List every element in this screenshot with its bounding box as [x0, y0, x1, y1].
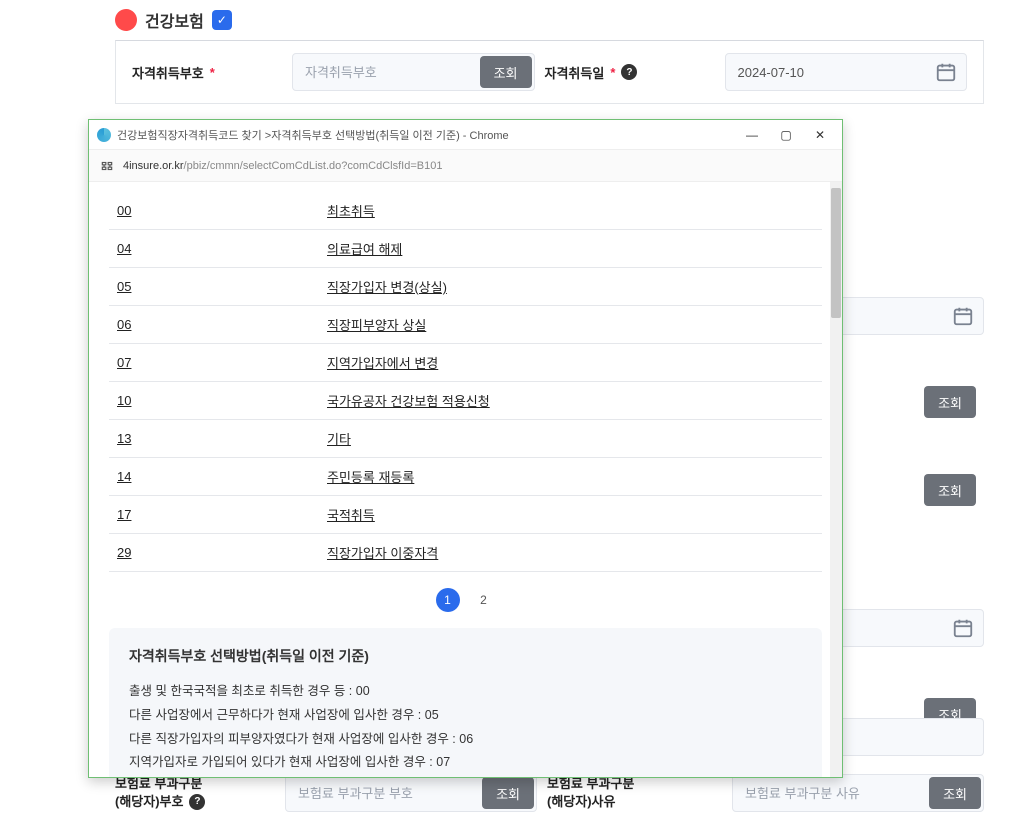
code-name-link[interactable]: 지역가입자에서 변경 [327, 356, 438, 371]
scrollbar-track[interactable] [830, 182, 842, 777]
lookup-button-premium-code[interactable]: 조회 [482, 777, 534, 809]
required-asterisk: * [210, 65, 215, 80]
label-premium-code: 보험료 부과구분 (해당자)부호 ? [115, 775, 275, 811]
code-name-link[interactable]: 직장피부양자 상실 [327, 318, 426, 333]
code-name-link[interactable]: 직장가입자 이중자격 [327, 546, 438, 561]
table-row: 29 직장가입자 이중자격 [109, 534, 822, 572]
popup-titlebar[interactable]: 건강보험직장자격취득코드 찾기 >자격취득부호 선택방법(취득일 이전 기준) … [89, 120, 842, 150]
table-row: 17 국적취득 [109, 496, 822, 534]
code-name-link[interactable]: 기타 [327, 432, 351, 447]
field-label-acquisition-date: 자격취득일* ? [545, 63, 715, 82]
section-icon [115, 9, 137, 31]
minimize-icon[interactable]: — [738, 124, 766, 146]
help-line: 지역가입자로 가입되어 있다가 현재 사업장에 입사한 경우 : 07 [129, 751, 802, 775]
code-link[interactable]: 10 [117, 393, 131, 408]
help-line: 자격취득부호에 대한 자세한 사항은 국민건강보험공단으로 문의 : 1577-… [129, 775, 802, 777]
url-path: /pbiz/cmmn/selectComCdList.do?comCdClsfI… [184, 160, 443, 172]
section-check-icon: ✓ [212, 10, 232, 30]
maximize-icon[interactable]: ▢ [772, 124, 800, 146]
help-icon[interactable]: ? [189, 794, 205, 810]
table-row: 06 직장피부양자 상실 [109, 306, 822, 344]
bg-lookup-button-1[interactable]: 조회 [924, 386, 976, 418]
field-label-acquisition-code: 자격취득부호* [132, 63, 282, 82]
code-link[interactable]: 07 [117, 355, 131, 370]
page-1-button[interactable]: 1 [436, 588, 460, 612]
code-link[interactable]: 13 [117, 431, 131, 446]
calendar-icon[interactable] [952, 305, 974, 327]
help-icon[interactable]: ? [621, 64, 637, 80]
table-row: 04 의료급여 해제 [109, 230, 822, 268]
code-name-link[interactable]: 국적취득 [327, 508, 375, 523]
calendar-icon[interactable] [935, 61, 957, 83]
help-line: 출생 및 한국국적을 최초로 취득한 경우 등 : 00 [129, 680, 802, 704]
input-acquisition-date[interactable] [725, 53, 968, 91]
url-host: 4insure.or.kr [123, 160, 184, 172]
page-2-button[interactable]: 2 [472, 588, 496, 612]
url-bar: 4insure.or.kr/pbiz/cmmn/selectComCdList.… [89, 150, 842, 182]
code-link[interactable]: 06 [117, 317, 131, 332]
help-line: 다른 직장가입자의 피부양자였다가 현재 사업장에 입사한 경우 : 06 [129, 728, 802, 752]
table-row: 00 최초취득 [109, 192, 822, 230]
code-link[interactable]: 14 [117, 469, 131, 484]
help-title: 자격취득부호 선택방법(취득일 이전 기준) [129, 646, 802, 666]
help-box: 자격취득부호 선택방법(취득일 이전 기준) 출생 및 한국국적을 최초로 취득… [109, 628, 822, 777]
favicon-icon [97, 128, 111, 142]
table-row: 14 주민등록 재등록 [109, 458, 822, 496]
code-name-link[interactable]: 국가유공자 건강보험 적용신청 [327, 394, 490, 409]
table-row: 13 기타 [109, 420, 822, 458]
table-row: 07 지역가입자에서 변경 [109, 344, 822, 382]
site-settings-icon[interactable] [99, 158, 115, 174]
code-link[interactable]: 04 [117, 241, 131, 256]
code-link[interactable]: 29 [117, 545, 131, 560]
code-link[interactable]: 05 [117, 279, 131, 294]
lookup-button[interactable]: 조회 [480, 56, 532, 88]
scrollbar-thumb[interactable] [831, 188, 841, 318]
code-table: 00 최초취득 04 의료급여 해제 05 직장가입자 변경(상실) 06 직장피부양자 상실… [109, 192, 822, 572]
code-link[interactable]: 17 [117, 507, 131, 522]
popup-window: 건강보험직장자격취득코드 찾기 >자격취득부호 선택방법(취득일 이전 기준) … [88, 119, 843, 778]
bg-lookup-button-2[interactable]: 조회 [924, 474, 976, 506]
code-name-link[interactable]: 직장가입자 변경(상실) [327, 280, 447, 295]
code-name-link[interactable]: 주민등록 재등록 [327, 470, 414, 485]
required-asterisk: * [610, 65, 615, 80]
section-title: 건강보험 [145, 8, 204, 32]
label-premium-reason: 보험료 부과구분 (해당자)사유 [547, 775, 722, 811]
calendar-icon[interactable] [952, 617, 974, 639]
code-link[interactable]: 00 [117, 203, 131, 218]
code-name-link[interactable]: 의료급여 해제 [327, 242, 402, 257]
table-row: 10 국가유공자 건강보험 적용신청 [109, 382, 822, 420]
table-row: 05 직장가입자 변경(상실) [109, 268, 822, 306]
code-name-link[interactable]: 최초취득 [327, 204, 375, 219]
help-line: 다른 사업장에서 근무하다가 현재 사업장에 입사한 경우 : 05 [129, 704, 802, 728]
popup-window-title: 건강보험직장자격취득코드 찾기 >자격취득부호 선택방법(취득일 이전 기준) … [117, 127, 732, 143]
close-icon[interactable]: ✕ [806, 124, 834, 146]
lookup-button-premium-reason[interactable]: 조회 [929, 777, 981, 809]
